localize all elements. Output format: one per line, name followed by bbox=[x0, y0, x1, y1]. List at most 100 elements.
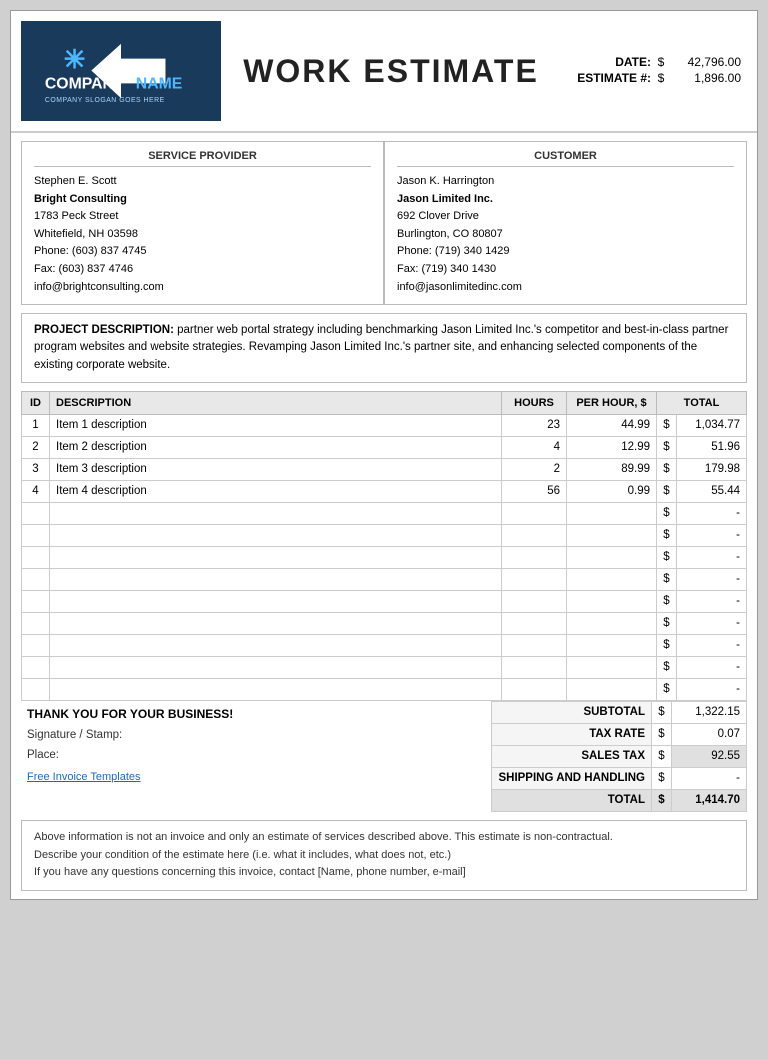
cust-name: Jason K. Harrington bbox=[397, 173, 734, 191]
total-label: TOTAL bbox=[492, 789, 652, 811]
table-row-empty: $ - bbox=[22, 634, 747, 656]
col-description: DESCRIPTION bbox=[50, 391, 502, 414]
table-body: 1 Item 1 description 23 44.99 $ 1,034.77… bbox=[22, 414, 747, 700]
disclaimer-line1: Above information is not an invoice and … bbox=[34, 829, 734, 847]
row-dollar: $ bbox=[657, 480, 677, 502]
sp-city: Whitefield, NH 03598 bbox=[34, 226, 371, 244]
logo: COMPANY NAME COMPANY SLOGAN GOES HERE bbox=[21, 21, 221, 121]
row-dollar: $ bbox=[657, 414, 677, 436]
cust-fax: Fax: (719) 340 1430 bbox=[397, 261, 734, 279]
estimate-dollar: $ bbox=[655, 71, 667, 85]
col-id: ID bbox=[22, 391, 50, 414]
col-total: TOTAL bbox=[657, 391, 747, 414]
customer-col: CUSTOMER Jason K. Harrington Jason Limit… bbox=[384, 141, 747, 305]
row-total: 51.96 bbox=[677, 436, 747, 458]
row-per-hour: 12.99 bbox=[567, 436, 657, 458]
sp-name: Stephen E. Scott bbox=[34, 173, 371, 191]
date-value: 42,796.00 bbox=[671, 55, 741, 69]
header: COMPANY NAME COMPANY SLOGAN GOES HERE WO… bbox=[11, 11, 757, 133]
svg-text:NAME: NAME bbox=[136, 75, 183, 92]
row-id: 4 bbox=[22, 480, 50, 502]
row-hours: 4 bbox=[502, 436, 567, 458]
estimate-value: 1,896.00 bbox=[671, 71, 741, 85]
col-hours: HOURS bbox=[502, 391, 567, 414]
items-table: ID DESCRIPTION HOURS PER HOUR, $ TOTAL 1… bbox=[21, 391, 747, 701]
shipping-dollar: $ bbox=[652, 767, 672, 789]
sp-address: 1783 Peck Street bbox=[34, 208, 371, 226]
date-row: DATE: $ 42,796.00 bbox=[561, 55, 741, 69]
table-row: 4 Item 4 description 56 0.99 $ 55.44 bbox=[22, 480, 747, 502]
total-dollar: $ bbox=[652, 789, 672, 811]
free-invoice-link[interactable]: Free Invoice Templates bbox=[27, 771, 233, 783]
row-total: 1,034.77 bbox=[677, 414, 747, 436]
customer-header: CUSTOMER bbox=[397, 150, 734, 167]
thankyou-text: THANK YOU FOR YOUR BUSINESS! bbox=[27, 707, 233, 721]
service-provider-header: SERVICE PROVIDER bbox=[34, 150, 371, 167]
row-id: 3 bbox=[22, 458, 50, 480]
service-provider-body: Stephen E. Scott Bright Consulting 1783 … bbox=[34, 173, 371, 296]
col-per-hour: PER HOUR, $ bbox=[567, 391, 657, 414]
document-title: WORK ESTIMATE bbox=[221, 53, 561, 90]
cust-address: 692 Clover Drive bbox=[397, 208, 734, 226]
logo-icon: COMPANY NAME COMPANY SLOGAN GOES HERE bbox=[36, 29, 206, 113]
sales-tax-value: 92.55 bbox=[672, 745, 747, 767]
sales-tax-label: SALES TAX bbox=[492, 745, 652, 767]
total-row: TOTAL $ 1,414.70 bbox=[492, 789, 747, 811]
service-provider-col: SERVICE PROVIDER Stephen E. Scott Bright… bbox=[21, 141, 384, 305]
row-description: Item 4 description bbox=[50, 480, 502, 502]
row-description: Item 3 description bbox=[50, 458, 502, 480]
subtotal-dollar: $ bbox=[652, 701, 672, 723]
totals-area: SUBTOTAL $ 1,322.15 TAX RATE $ 0.07 SALE… bbox=[491, 701, 747, 812]
row-per-hour: 0.99 bbox=[567, 480, 657, 502]
shipping-label: SHIPPING AND HANDLING bbox=[492, 767, 652, 789]
row-id: 2 bbox=[22, 436, 50, 458]
footer-section: THANK YOU FOR YOUR BUSINESS! Signature /… bbox=[21, 701, 747, 812]
items-table-wrap: ID DESCRIPTION HOURS PER HOUR, $ TOTAL 1… bbox=[21, 391, 747, 701]
date-label: DATE: bbox=[561, 55, 651, 69]
row-description: Item 2 description bbox=[50, 436, 502, 458]
estimate-label: ESTIMATE #: bbox=[561, 71, 651, 85]
table-row: 3 Item 3 description 2 89.99 $ 179.98 bbox=[22, 458, 747, 480]
sp-fax: Fax: (603) 837 4746 bbox=[34, 261, 371, 279]
disclaimer-line2: Describe your condition of the estimate … bbox=[34, 847, 734, 865]
table-row-empty: $ - bbox=[22, 612, 747, 634]
row-total: 55.44 bbox=[677, 480, 747, 502]
disclaimer: Above information is not an invoice and … bbox=[21, 820, 747, 891]
cust-email: info@jasonlimitedinc.com bbox=[397, 279, 734, 297]
row-dollar: $ bbox=[657, 458, 677, 480]
info-section: SERVICE PROVIDER Stephen E. Scott Bright… bbox=[21, 141, 747, 305]
date-dollar: $ bbox=[655, 55, 667, 69]
meta-area: DATE: $ 42,796.00 ESTIMATE #: $ 1,896.00 bbox=[561, 55, 741, 87]
tax-rate-label: TAX RATE bbox=[492, 723, 652, 745]
tax-rate-dollar: $ bbox=[652, 723, 672, 745]
disclaimer-line3: If you have any questions concerning thi… bbox=[34, 864, 734, 882]
shipping-row: SHIPPING AND HANDLING $ - bbox=[492, 767, 747, 789]
table-row-empty: $ - bbox=[22, 568, 747, 590]
table-row-empty: $ - bbox=[22, 546, 747, 568]
table-row-empty: $ - bbox=[22, 656, 747, 678]
table-row: 1 Item 1 description 23 44.99 $ 1,034.77 bbox=[22, 414, 747, 436]
signature-label: Signature / Stamp: bbox=[27, 729, 233, 741]
row-dollar: $ bbox=[657, 436, 677, 458]
table-row-empty: $ - bbox=[22, 590, 747, 612]
row-per-hour: 89.99 bbox=[567, 458, 657, 480]
estimate-row: ESTIMATE #: $ 1,896.00 bbox=[561, 71, 741, 85]
svg-text:COMPANY SLOGAN GOES HERE: COMPANY SLOGAN GOES HERE bbox=[45, 97, 165, 104]
total-value: 1,414.70 bbox=[672, 789, 747, 811]
tax-rate-row: TAX RATE $ 0.07 bbox=[492, 723, 747, 745]
project-label: PROJECT DESCRIPTION: bbox=[34, 324, 174, 336]
table-row-empty: $ - bbox=[22, 524, 747, 546]
table-row: 2 Item 2 description 4 12.99 $ 51.96 bbox=[22, 436, 747, 458]
sp-phone: Phone: (603) 837 4745 bbox=[34, 243, 371, 261]
cust-phone: Phone: (719) 340 1429 bbox=[397, 243, 734, 261]
table-row-empty: $ - bbox=[22, 678, 747, 700]
totals-table: SUBTOTAL $ 1,322.15 TAX RATE $ 0.07 SALE… bbox=[491, 701, 747, 812]
row-total: 179.98 bbox=[677, 458, 747, 480]
svg-text:COMPANY: COMPANY bbox=[45, 75, 125, 92]
row-hours: 23 bbox=[502, 414, 567, 436]
sales-tax-dollar: $ bbox=[652, 745, 672, 767]
shipping-value: - bbox=[672, 767, 747, 789]
title-area: WORK ESTIMATE bbox=[221, 53, 561, 90]
row-description: Item 1 description bbox=[50, 414, 502, 436]
cust-city: Burlington, CO 80807 bbox=[397, 226, 734, 244]
